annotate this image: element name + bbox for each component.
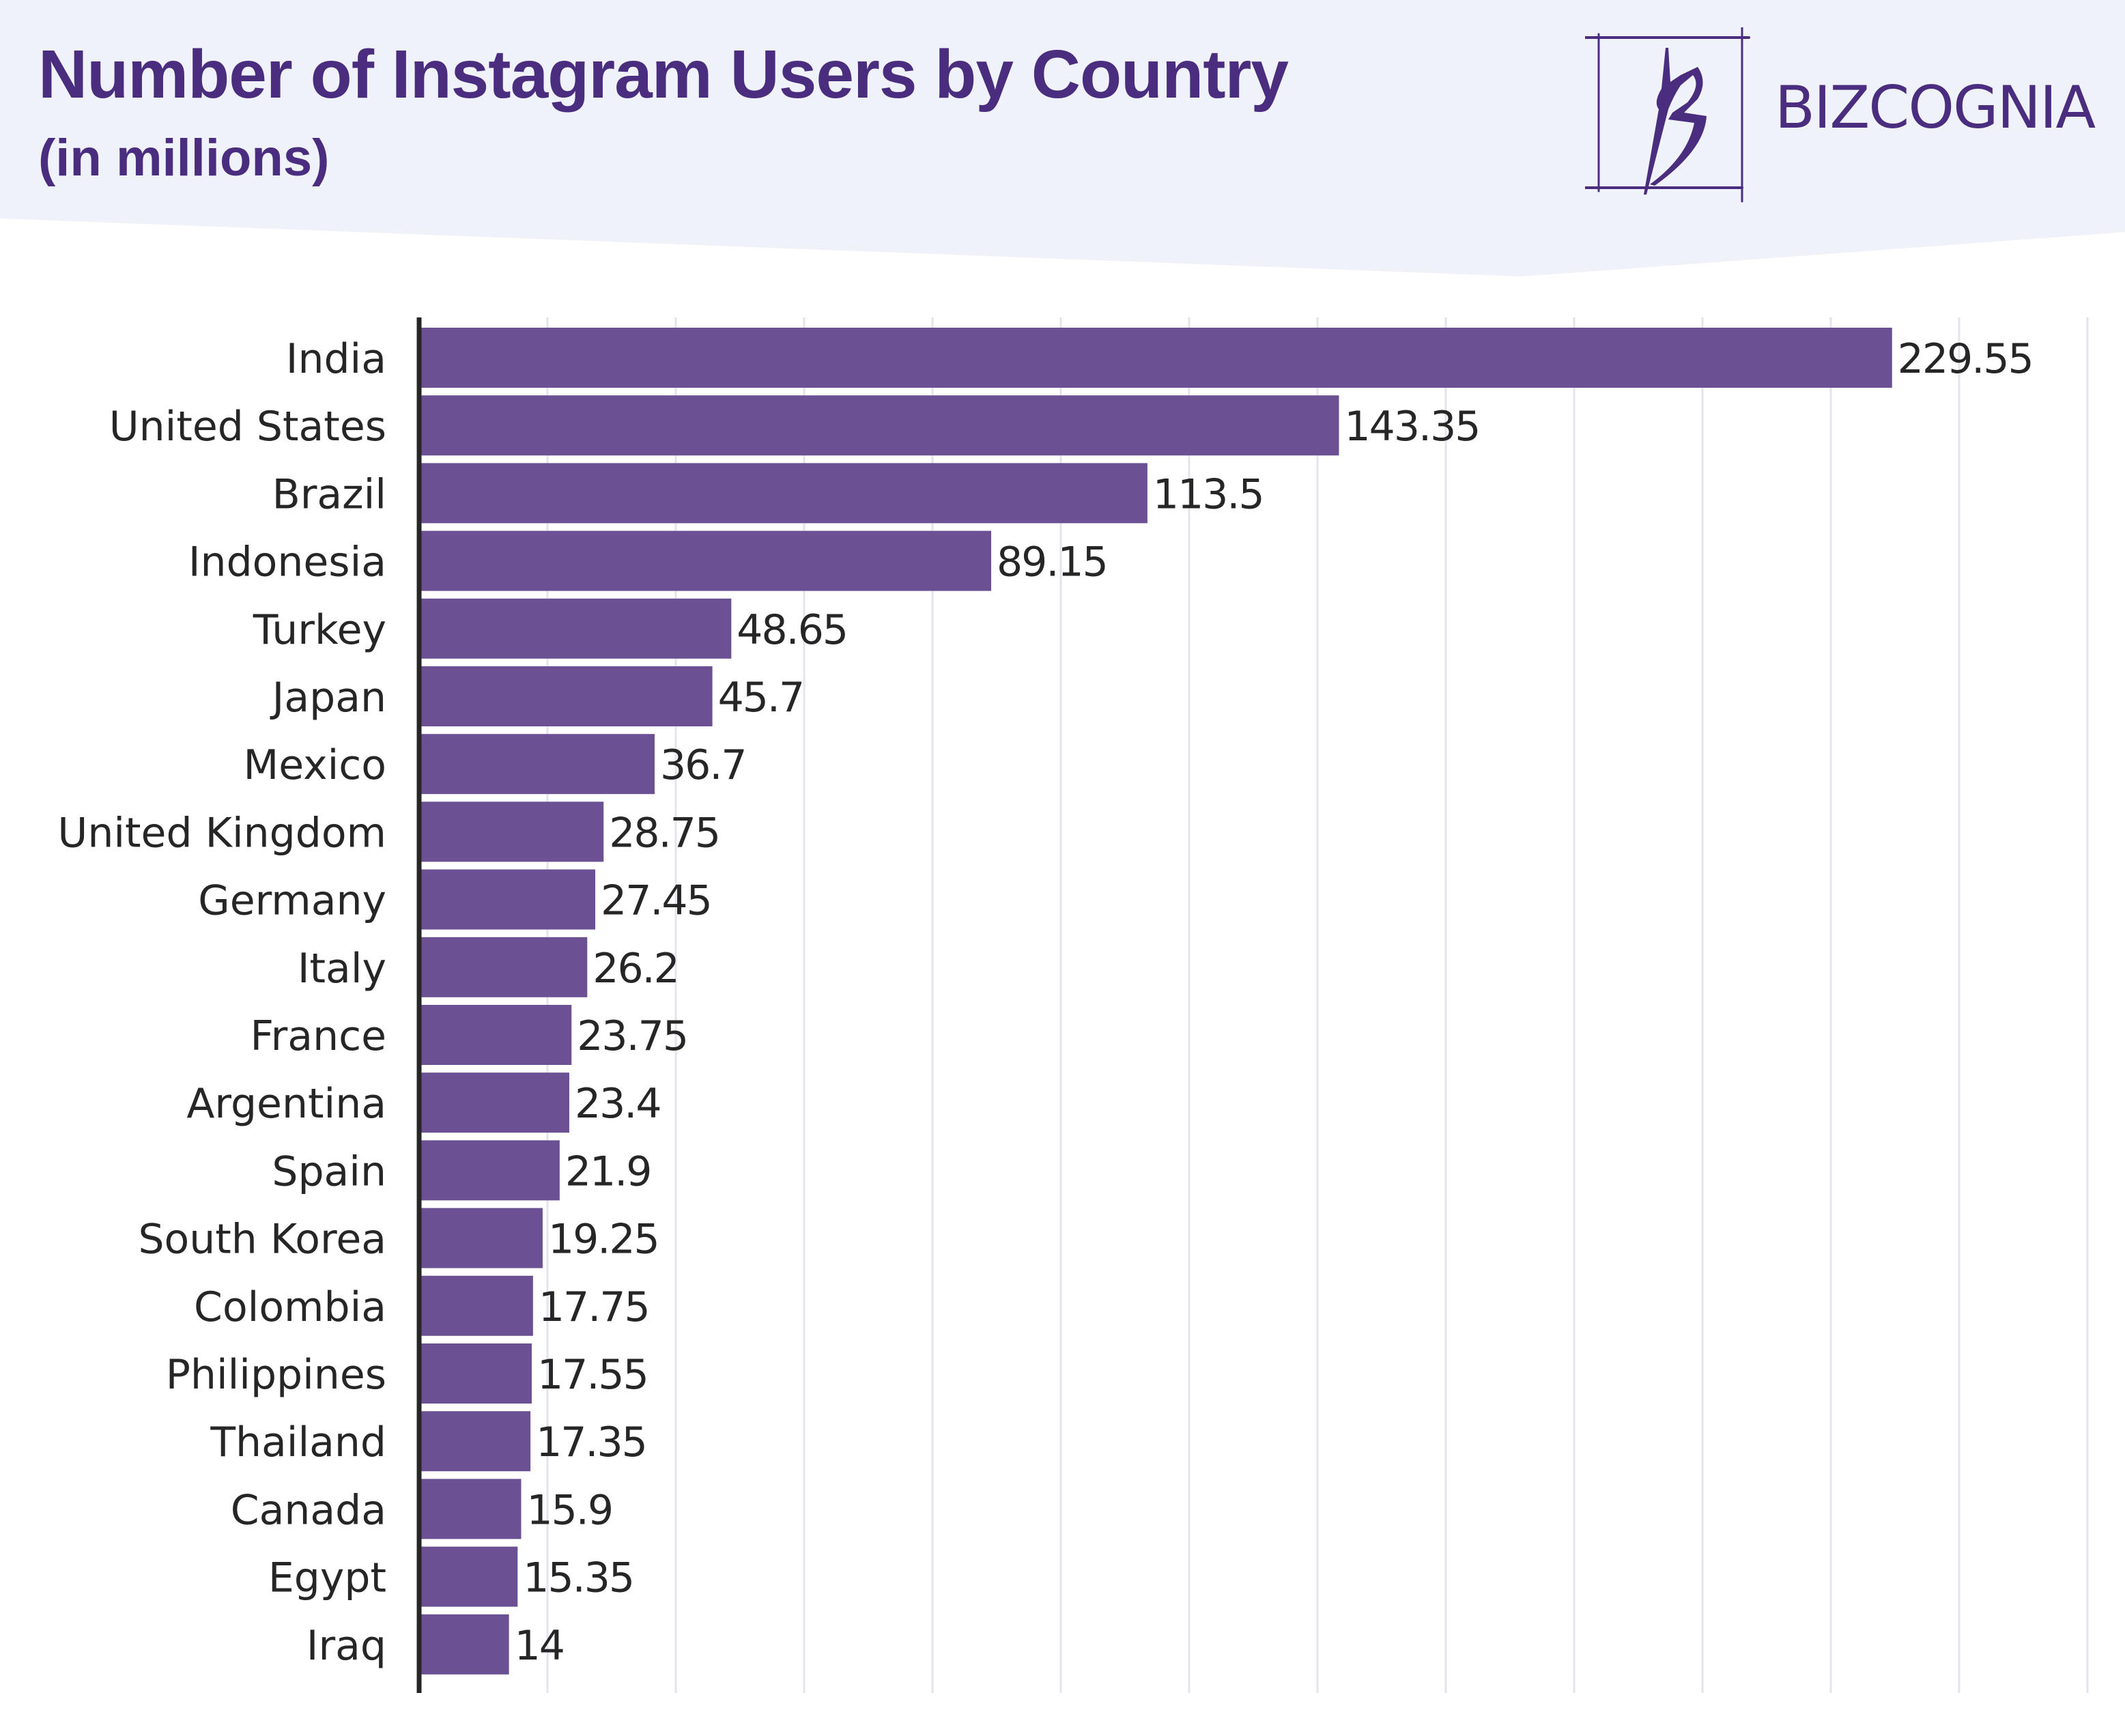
bar-mexico: [419, 734, 655, 795]
value-label: 17.55: [537, 1351, 648, 1399]
bar-chart: India United States Brazil Indonesia Turkey J…: [57, 317, 2089, 1693]
bar-argentina: [419, 1072, 569, 1133]
category-labels: India United States Brazil Indonesia Turkey J…: [57, 335, 386, 1670]
value-label: 27.45: [601, 877, 711, 925]
bar-germany: [419, 869, 596, 930]
bar-canada: [419, 1479, 522, 1539]
bar-philippines: [419, 1343, 532, 1404]
category-label: Argentina: [186, 1080, 386, 1128]
value-label: 23.4: [575, 1080, 661, 1128]
value-label: 15.35: [523, 1554, 633, 1602]
category-label: Egypt: [268, 1554, 386, 1602]
value-label: 36.7: [660, 741, 746, 789]
category-label: Brazil: [272, 470, 386, 518]
category-label: Iraq: [306, 1622, 386, 1670]
value-label: 113.5: [1153, 470, 1264, 518]
value-label: 143.35: [1344, 403, 1479, 451]
value-label: 17.35: [536, 1419, 646, 1466]
bar-india: [419, 328, 1892, 388]
category-label: Japan: [270, 674, 386, 722]
category-label: Indonesia: [188, 539, 386, 586]
value-label: 26.2: [593, 945, 679, 993]
bar-brazil: [419, 463, 1147, 524]
bar-south-korea: [419, 1208, 543, 1268]
bar-japan: [419, 666, 713, 726]
category-label: Thailand: [210, 1419, 386, 1466]
bars: [419, 328, 1892, 1675]
category-label: India: [286, 335, 386, 383]
value-label: 23.75: [577, 1012, 687, 1060]
bar-thailand: [419, 1411, 531, 1472]
bar-colombia: [419, 1275, 533, 1336]
category-label: Canada: [231, 1486, 386, 1534]
value-label: 229.55: [1898, 335, 2033, 383]
value-label: 21.9: [565, 1148, 651, 1195]
value-label: 14: [515, 1622, 564, 1670]
category-label: South Korea: [138, 1216, 386, 1264]
category-label: United Kingdom: [57, 809, 386, 857]
category-label: Colombia: [194, 1283, 386, 1331]
category-label: Italy: [298, 945, 386, 993]
value-label: 28.75: [609, 809, 719, 857]
gridlines: [546, 317, 2089, 1693]
category-label: Philippines: [166, 1351, 386, 1399]
category-label: Spain: [272, 1148, 386, 1195]
category-label: United States: [109, 403, 386, 451]
category-label: Mexico: [243, 741, 386, 789]
value-label: 19.25: [548, 1216, 659, 1264]
bar-italy: [419, 937, 588, 997]
bar-france: [419, 1005, 572, 1065]
category-label: Germany: [198, 877, 386, 925]
value-label: 15.9: [526, 1486, 612, 1534]
category-label: France: [250, 1012, 386, 1060]
value-label: 48.65: [737, 606, 847, 654]
bar-turkey: [419, 598, 732, 659]
category-label: Turkey: [253, 606, 386, 654]
bar-spain: [419, 1140, 560, 1201]
value-label: 89.15: [997, 539, 1107, 586]
bar-united-states: [419, 395, 1339, 456]
bar-indonesia: [419, 530, 992, 591]
bar-iraq: [419, 1614, 509, 1675]
bar-egypt: [419, 1546, 518, 1607]
value-label: 45.7: [718, 674, 804, 722]
value-label: 17.75: [539, 1283, 649, 1331]
bar-united-kingdom: [419, 801, 604, 862]
